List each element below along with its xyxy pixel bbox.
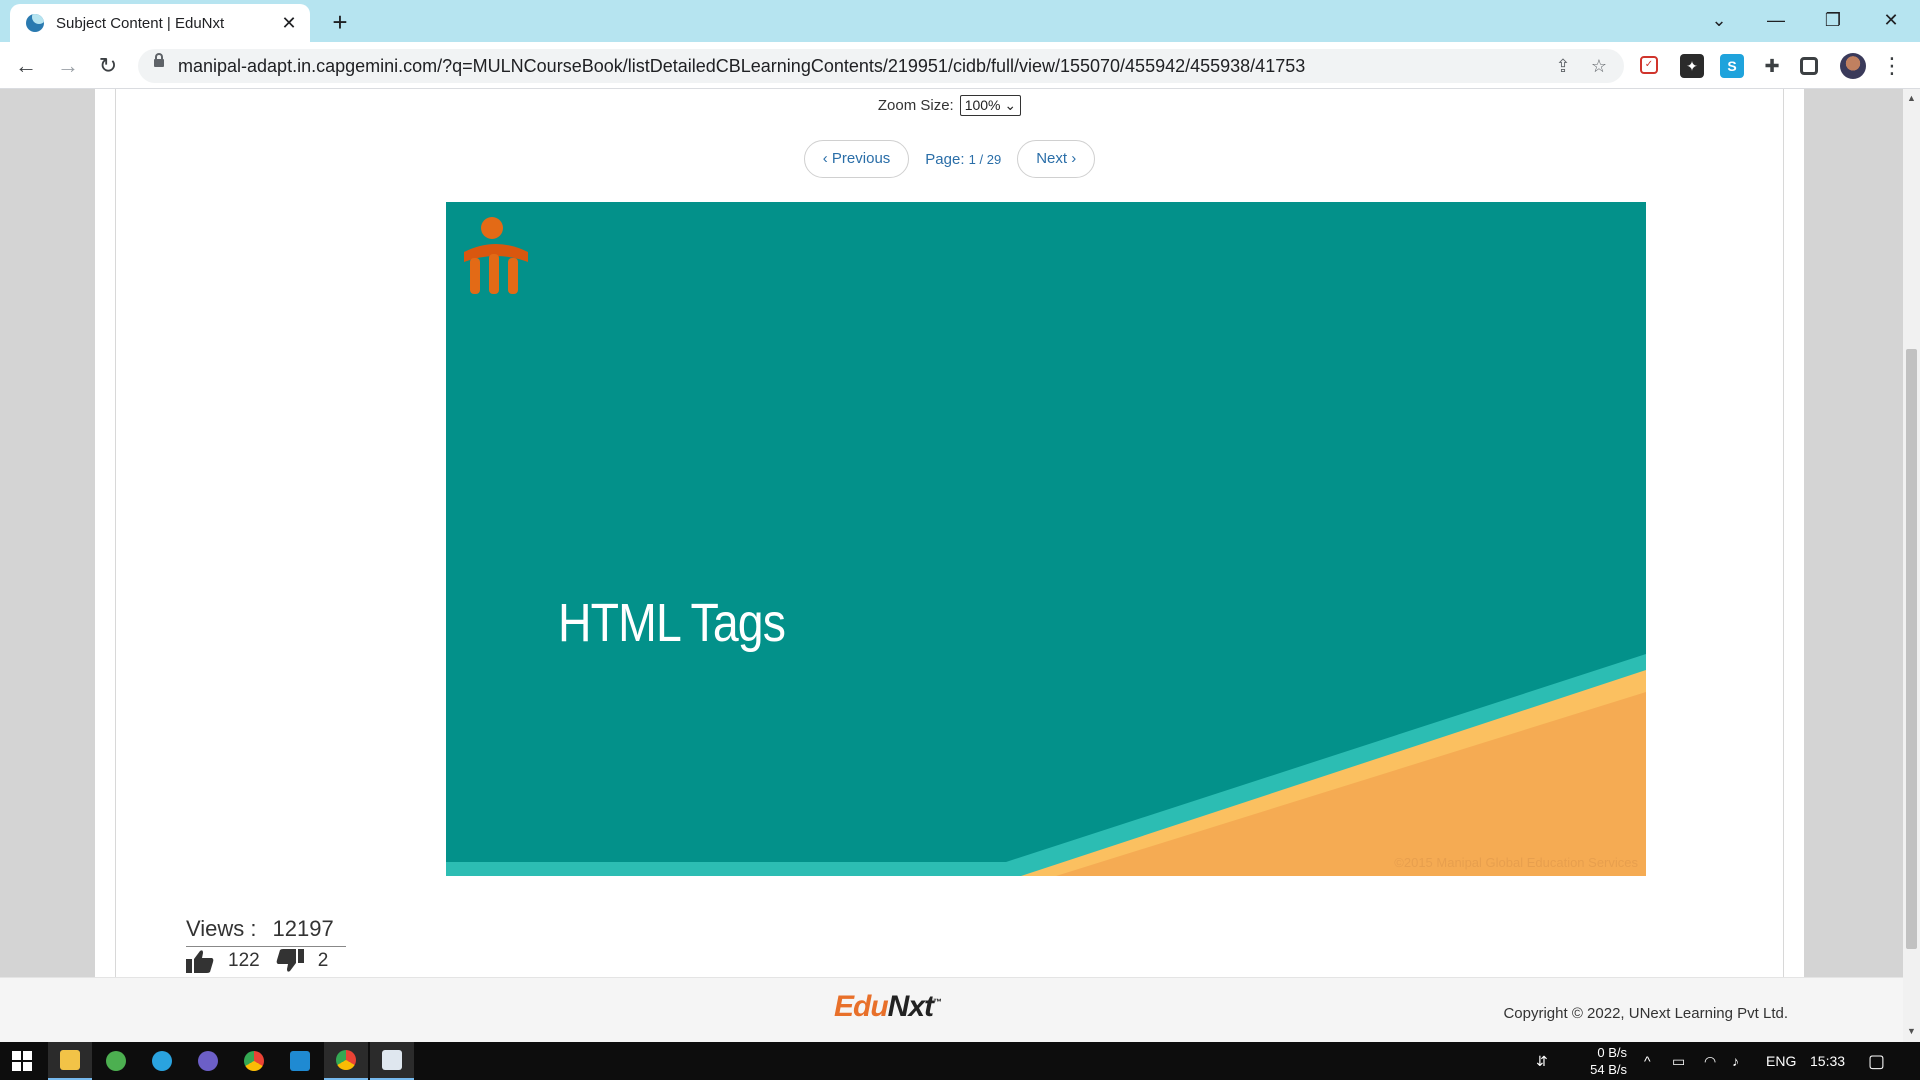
extension-icon[interactable]: ✦ [1680,54,1704,78]
s-extension-icon[interactable]: S [1720,54,1744,78]
edunxt-favicon-icon [26,14,44,32]
new-tab-button[interactable]: + [325,7,355,37]
edunxt-logo[interactable]: EduNxt™ [834,990,942,1024]
chevron-down-icon: ⌄ [1004,97,1017,113]
pager: ‹ Previous Page: 1 / 29 Next › [116,140,1783,178]
close-window-button[interactable]: ✕ [1868,4,1914,36]
logo-tm: ™ [933,997,942,1007]
net-down: 54 B/s [1590,1062,1627,1077]
reload-icon[interactable]: ↻ [92,50,124,82]
share-icon[interactable]: ⇪ [1552,55,1574,77]
previous-button[interactable]: ‹ Previous [803,140,910,178]
profile-avatar[interactable] [1840,53,1866,79]
puzzle-extensions-icon[interactable]: ✚ [1760,54,1784,78]
reactions: 122 2 [186,949,344,973]
address-bar[interactable]: manipal-adapt.in.capgemini.com/?q=MULNCo… [138,49,1624,83]
net-up: 0 B/s [1597,1045,1627,1060]
tab-subject-content[interactable]: Subject Content | EduNxt ✕ [10,4,310,42]
dislikes-count: 2 [317,950,329,971]
app-green-icon[interactable] [94,1042,138,1080]
scroll-thumb[interactable] [1906,349,1917,949]
telegram-icon[interactable] [140,1042,184,1080]
thumbs-down-icon[interactable] [276,949,304,973]
tab-search-chevron-icon[interactable]: ⌄ [1696,4,1742,36]
battery-icon[interactable]: ▭ [1672,1042,1685,1080]
tab-close-icon[interactable]: ✕ [278,13,300,34]
minimize-button[interactable]: — [1753,4,1799,36]
scroll-up-icon[interactable]: ▲ [1903,93,1920,103]
page-scrollbar[interactable]: ▲ ▼ [1903,89,1920,1042]
vscode-icon[interactable] [278,1042,322,1080]
language-indicator[interactable]: ENG [1766,1042,1796,1080]
likes-count: 122 [228,950,260,971]
page-current: 1 [968,151,976,167]
footer-copyright: Copyright © 2022, UNext Learning Pvt Ltd… [1503,1005,1788,1022]
windows-start-icon[interactable] [0,1042,44,1080]
pocket-extension-icon[interactable]: ✓ [1640,56,1658,74]
network-speed: 0 B/s 54 B/s [1575,1044,1627,1078]
wifi-icon[interactable]: ◠ [1704,1042,1716,1080]
url-text[interactable]: manipal-adapt.in.capgemini.com/?q=MULNCo… [178,49,1305,83]
logo-edu: Edu [834,990,889,1023]
volume-icon[interactable]: ♪ [1732,1042,1739,1080]
next-button[interactable]: Next › [1017,140,1096,178]
side-panel-icon[interactable] [1800,57,1818,75]
app-purple-icon[interactable] [186,1042,230,1080]
tray-arrows-icon[interactable]: ⇵ [1536,1042,1548,1080]
file-explorer-icon[interactable] [48,1042,92,1080]
windows-taskbar: ⇵ 0 B/s 54 B/s ^ ▭ ◠ ♪ ENG 15:33 ▢ [0,1042,1920,1080]
zoom-select[interactable]: 100% ⌄ [959,95,1022,116]
browser-tabstrip: Subject Content | EduNxt ✕ + ⌄ — ❐ ✕ [0,0,1920,42]
page-viewport: Zoom Size: 100% ⌄ ‹ Previous Page: 1 / 29… [0,89,1903,1042]
page-indicator: Page: 1 / 29 [925,150,1002,168]
content-inner: Zoom Size: 100% ⌄ ‹ Previous Page: 1 / 29… [115,89,1784,977]
chrome-icon[interactable] [232,1042,276,1080]
notifications-icon[interactable]: ▢ [1868,1042,1885,1080]
content-panel: Zoom Size: 100% ⌄ ‹ Previous Page: 1 / 29… [95,89,1804,977]
more-menu-icon[interactable]: ⋮ [1880,51,1904,81]
tab-title: Subject Content | EduNxt [56,14,225,32]
forward-arrow-icon[interactable]: → [52,50,84,82]
zoom-label: Zoom Size: [877,97,954,114]
back-arrow-icon[interactable]: ← [10,50,42,82]
page-total: 29 [986,151,1002,167]
lock-icon[interactable] [154,53,164,67]
views-counter: Views : 12197 [186,916,346,947]
bookmark-star-icon[interactable]: ☆ [1588,55,1610,77]
manipal-logo-icon [464,217,528,294]
slide-title: HTML Tags [558,593,786,653]
views-count: 12197 [272,916,334,941]
zoom-value: 100% [964,97,1001,113]
scroll-down-icon[interactable]: ▼ [1903,1026,1920,1036]
photos-icon[interactable] [370,1042,414,1080]
slide-copyright: ©2015 Manipal Global Education Services [1394,855,1638,870]
page-label: Page: [925,150,965,168]
slide-decoration [446,654,1646,876]
clock[interactable]: 15:33 [1810,1042,1845,1080]
restore-button[interactable]: ❐ [1810,4,1856,36]
zoom-row: Zoom Size: 100% ⌄ [116,95,1783,116]
chrome-active-icon[interactable] [324,1042,368,1080]
thumbs-up-icon[interactable] [186,949,214,973]
views-label: Views : [186,916,257,941]
browser-toolbar: ← → ↻ manipal-adapt.in.capgemini.com/?q=… [0,42,1920,89]
logo-nxt: Nxt [887,990,934,1023]
slide-image: HTML Tags ©2015 Manipal Global Education… [446,202,1646,876]
show-hidden-icons-icon[interactable]: ^ [1644,1042,1651,1080]
page-footer: EduNxt™ Copyright © 2022, UNext Learning… [0,977,1903,1042]
